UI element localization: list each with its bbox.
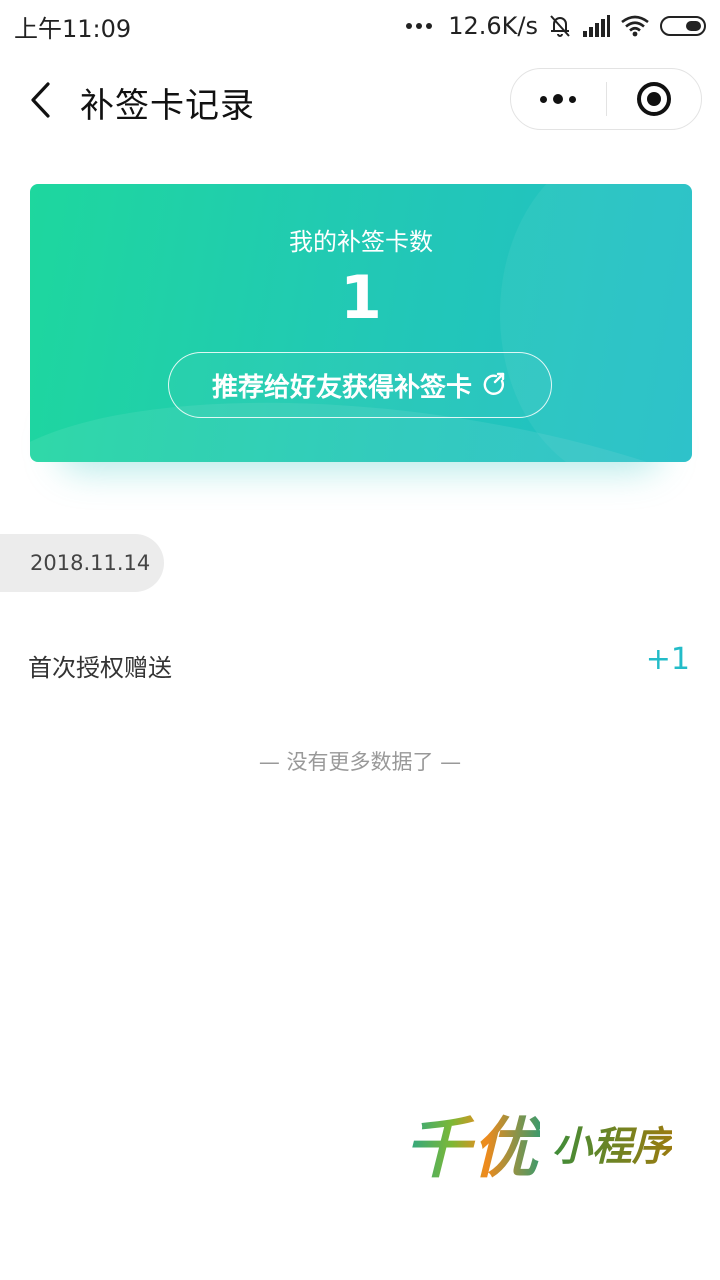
record-date: 2018.11.14 [30, 551, 151, 575]
recommend-button-label: 推荐给好友获得补签卡 [211, 372, 472, 403]
watermark-suffix: 小程序 [552, 1114, 672, 1172]
wifi-icon [621, 15, 649, 37]
bell-muted-icon [550, 15, 570, 37]
battery-icon [660, 16, 706, 36]
card-count-label: 我的补签卡数 [289, 228, 433, 256]
nav-bar: 补签卡记录 [0, 60, 720, 140]
recommend-friend-button[interactable]: 推荐给好友获得补签卡 [168, 352, 552, 418]
record-item-label: 首次授权赠送 [28, 654, 172, 682]
chevron-left-icon [31, 82, 50, 118]
sign-card-summary: 我的补签卡数 1 推荐给好友获得补签卡 [30, 184, 692, 462]
network-speed: 12.6K/s [448, 12, 538, 40]
status-time: 上午11:09 [14, 14, 132, 43]
back-button[interactable] [18, 74, 62, 126]
page: 上午11:09 12.6K/s 补签卡记录 我的补签卡数 1 推荐给好友获得补签… [0, 0, 720, 1280]
close-miniprogram-button[interactable] [607, 69, 702, 129]
no-more-data-text: — 没有更多数据了 — [258, 750, 462, 774]
page-title: 补签卡记录 [80, 86, 255, 126]
card-count-value: 1 [340, 263, 382, 333]
watermark-logo: 千优 小程序 [404, 1098, 704, 1188]
more-button[interactable] [511, 69, 606, 129]
signal-icon [583, 15, 610, 37]
status-icons: 12.6K/s [406, 12, 706, 40]
target-icon [636, 82, 671, 116]
share-icon [483, 372, 505, 395]
record-item: 首次授权赠送 +1 [0, 630, 720, 696]
record-item-amount: +1 [645, 642, 690, 677]
more-dots-icon [406, 23, 433, 29]
status-bar: 上午11:09 12.6K/s [0, 0, 720, 52]
capsule-menu [510, 68, 702, 130]
more-icon [540, 94, 577, 104]
watermark-brand: 千优 [404, 1095, 540, 1191]
record-date-tag: 2018.11.14 [0, 534, 164, 592]
